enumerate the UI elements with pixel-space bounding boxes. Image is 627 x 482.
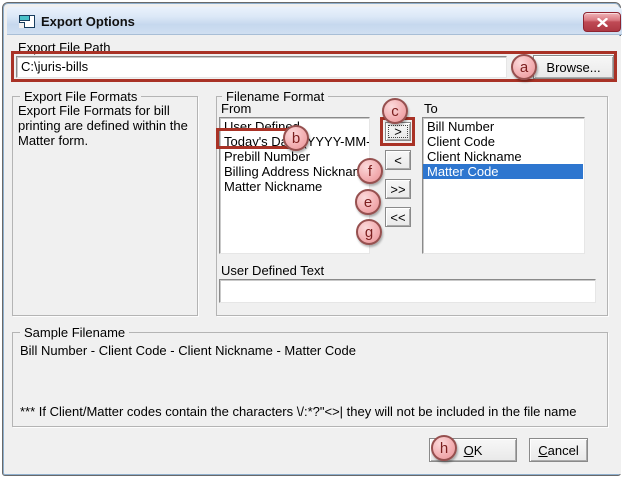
list-item[interactable]: Bill Number <box>425 119 584 134</box>
close-icon <box>596 17 608 27</box>
from-label: From <box>221 101 252 116</box>
move-all-right-button[interactable]: >> <box>385 179 411 199</box>
export-file-path-input[interactable]: C:\juris-bills <box>16 56 507 78</box>
annotation-c: c <box>382 98 408 124</box>
move-right-button[interactable]: > <box>385 122 411 141</box>
user-defined-text-label: User Defined Text <box>221 263 325 278</box>
annotation-b: b <box>283 125 309 151</box>
titlebar[interactable]: Export Options <box>7 7 622 35</box>
list-item[interactable]: Matter Code <box>423 164 583 179</box>
sample-filename-group-label: Sample Filename <box>20 325 130 340</box>
annotation-e: e <box>355 189 381 215</box>
user-defined-text-input[interactable] <box>219 279 596 303</box>
sample-filename-value: Bill Number - Client Code - Client Nickn… <box>20 343 356 358</box>
list-item[interactable]: Matter Nickname <box>222 179 369 194</box>
browse-button[interactable]: Browse... <box>533 55 614 79</box>
annotation-a: a <box>511 54 537 80</box>
annotation-f: f <box>357 158 383 184</box>
list-item[interactable]: Client Nickname <box>425 149 584 164</box>
close-button[interactable] <box>583 12 621 32</box>
list-item[interactable]: Billing Address Nickname <box>222 164 369 179</box>
annotation-g: g <box>356 219 382 245</box>
annotation-h: h <box>431 435 457 461</box>
invalid-characters-note: *** If Client/Matter codes contain the c… <box>20 404 577 419</box>
export-file-formats-group-label: Export File Formats <box>20 89 142 104</box>
list-item[interactable]: Client Code <box>425 134 584 149</box>
to-list[interactable]: Bill Number Client Code Client Nickname Mat… <box>422 117 585 254</box>
move-left-button[interactable]: < <box>385 150 411 170</box>
move-all-left-button[interactable]: << <box>385 207 411 227</box>
window-title: Export Options <box>41 14 135 29</box>
to-label: To <box>424 101 438 116</box>
form-icon <box>19 15 35 28</box>
export-file-path-label: Export File Path <box>18 40 111 55</box>
cancel-button[interactable]: Cancel <box>529 438 588 462</box>
list-item[interactable]: Prebill Number <box>222 149 369 164</box>
export-file-formats-description: Export File Formats for bill printing ar… <box>18 103 188 148</box>
